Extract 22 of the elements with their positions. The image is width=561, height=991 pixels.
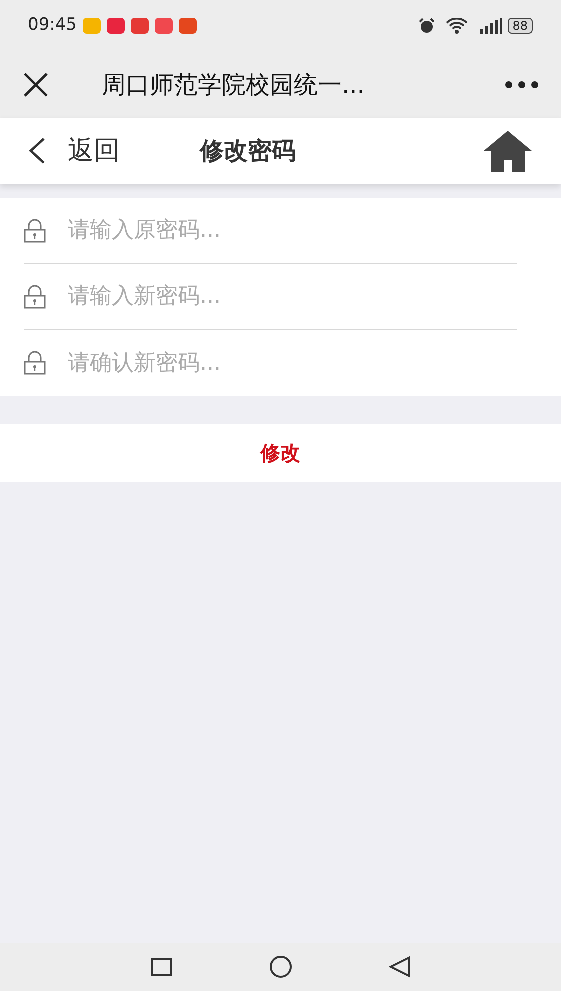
status-time: 09:45	[28, 14, 77, 38]
home-icon[interactable]	[483, 130, 533, 172]
lock-icon	[24, 218, 46, 242]
signal-icon	[480, 18, 502, 34]
password-field[interactable]: 请输入原密码...	[68, 214, 517, 247]
page-title: 周口师范学院校园统一...	[102, 70, 365, 101]
password-field[interactable]: 请确认新密码...	[68, 346, 537, 380]
battery-indicator: 88	[508, 18, 533, 34]
more-icon[interactable]	[505, 81, 539, 89]
home-circle-icon[interactable]	[268, 956, 292, 978]
back-icon	[28, 137, 46, 165]
password-field[interactable]: 请输入新密码...	[68, 280, 517, 313]
back-button[interactable]: 返回	[28, 132, 120, 170]
wifi-icon	[446, 18, 468, 34]
back-triangle-icon[interactable]	[388, 956, 410, 978]
lock-icon	[24, 351, 46, 375]
recent-apps-icon[interactable]	[150, 958, 172, 976]
alarm-icon	[418, 18, 436, 34]
submit-button[interactable]: 修改	[0, 424, 561, 482]
lock-icon	[24, 284, 46, 308]
screen-title: 修改密码	[200, 136, 296, 167]
close-icon[interactable]	[22, 71, 50, 99]
